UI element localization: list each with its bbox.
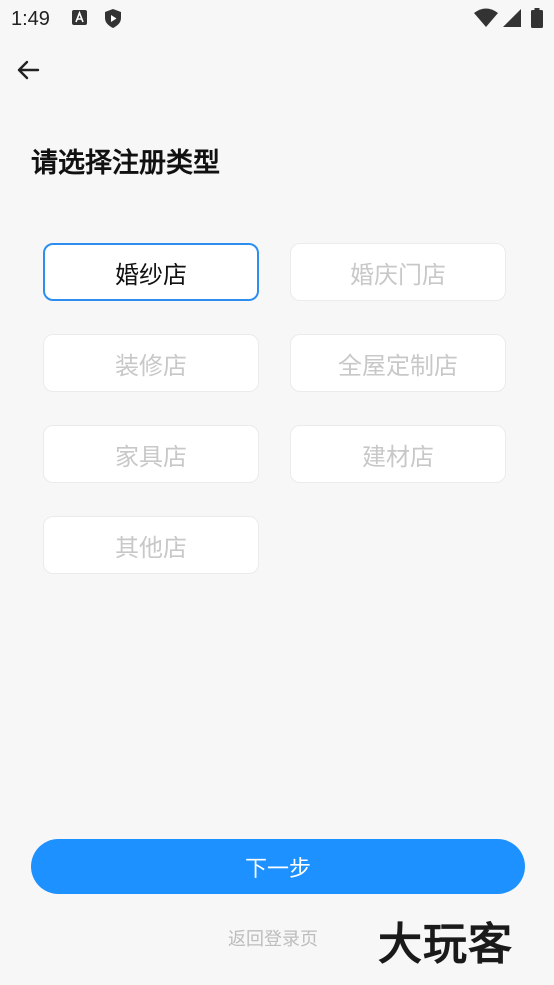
back-to-login-link[interactable]: 返回登录页 [228, 928, 318, 952]
option-label: 家具店 [115, 442, 187, 471]
option-label: 婚庆门店 [350, 260, 446, 289]
option-wedding-service-store[interactable]: 婚庆门店 [290, 243, 506, 301]
option-label: 装修店 [115, 351, 187, 380]
watermark-logo: 大玩客 [378, 919, 513, 970]
play-protect-icon [104, 9, 121, 28]
option-furniture-store[interactable]: 家具店 [43, 425, 259, 483]
option-building-materials-store[interactable]: 建材店 [290, 425, 506, 483]
page-title: 请选择注册类型 [31, 148, 220, 179]
option-wedding-dress-store[interactable]: 婚纱店 [43, 243, 259, 301]
arrow-left-icon [12, 60, 44, 90]
option-label: 建材店 [362, 442, 434, 471]
status-time: 1:49 [11, 8, 50, 30]
next-step-label: 下一步 [244, 856, 311, 882]
option-other-store[interactable]: 其他店 [43, 516, 259, 574]
next-step-button[interactable]: 下一步 [31, 839, 525, 894]
option-label: 婚纱店 [115, 260, 187, 289]
option-label: 全屋定制店 [338, 351, 458, 380]
signal-icon [502, 8, 522, 32]
a-notification-icon [72, 9, 88, 27]
wifi-icon [474, 8, 498, 32]
option-label: 其他店 [115, 533, 187, 562]
battery-icon [531, 8, 543, 32]
option-whole-house-custom-store[interactable]: 全屋定制店 [290, 334, 506, 392]
back-button[interactable] [12, 54, 44, 86]
status-bar: 1:49 [0, 0, 554, 36]
option-decoration-store[interactable]: 装修店 [43, 334, 259, 392]
